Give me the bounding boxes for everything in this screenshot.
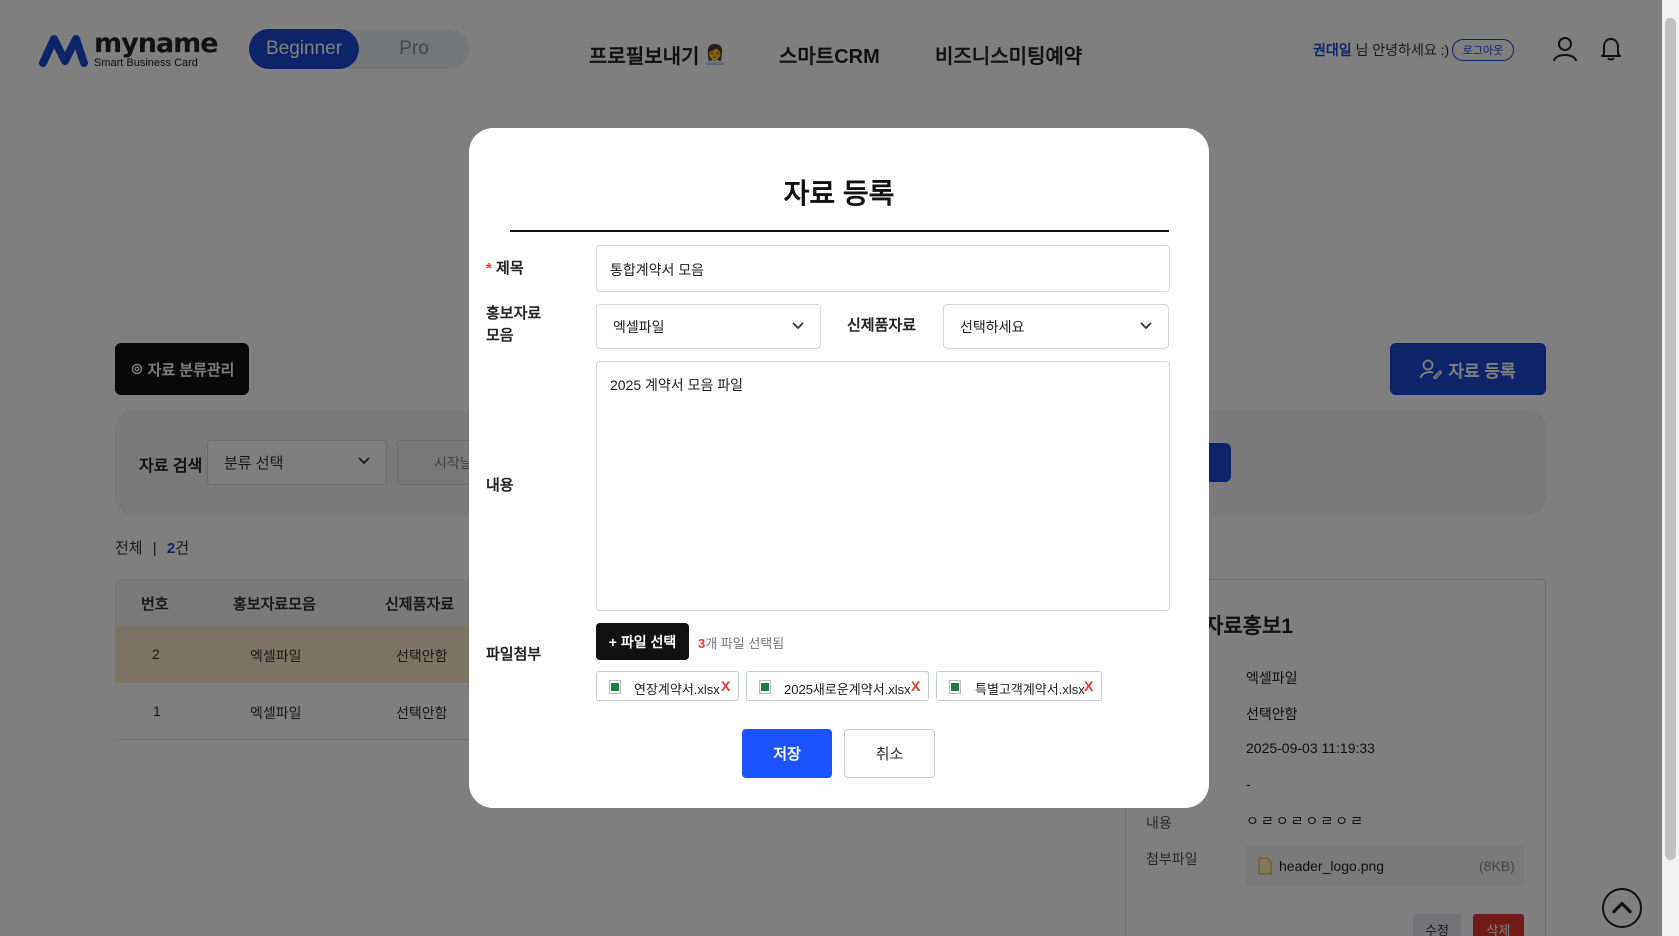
register-material-modal: 자료 등록 * 제목 통합계약서 모음 홍보자료 모음 엑셀파일 신제품자료 선… — [469, 128, 1209, 808]
attached-file-name: 2025새로운계약서.xlsx — [784, 682, 911, 697]
remove-file-button[interactable]: X — [721, 678, 730, 694]
file-count-suffix: 개 파일 선택됨 — [705, 636, 785, 651]
file-select-button[interactable]: + 파일 선택 — [596, 623, 689, 660]
remove-file-button[interactable]: X — [1084, 678, 1093, 694]
attached-file-chip: 특별고객계약서.xlsx X — [936, 671, 1102, 701]
excel-file-icon — [949, 680, 961, 694]
collection-field-label-line2: 모음 — [486, 327, 514, 344]
attached-file-name: 특별고객계약서.xlsx — [975, 682, 1085, 697]
attached-file-chip: 연장계약서.xlsx X — [596, 671, 739, 701]
page-scrollbar-thumb[interactable] — [1665, 18, 1676, 860]
attachment-field-label: 파일첨부 — [486, 646, 542, 663]
collection-select[interactable]: 엑셀파일 — [596, 304, 821, 349]
collection-field-label-line1: 홍보자료 — [486, 305, 542, 322]
chevron-down-icon — [792, 322, 804, 330]
attached-file-chip: 2025새로운계약서.xlsx X — [746, 671, 929, 701]
title-field-label-text: 제목 — [496, 260, 524, 277]
excel-file-icon — [609, 680, 621, 694]
content-textarea[interactable]: 2025 계약서 모음 파일 — [596, 361, 1170, 611]
new-product-select[interactable]: 선택하세요 — [943, 304, 1169, 349]
title-input[interactable]: 통합계약서 모음 — [596, 245, 1170, 292]
cancel-button[interactable]: 취소 — [844, 729, 935, 778]
new-product-select-value: 선택하세요 — [960, 319, 1025, 335]
remove-file-button[interactable]: X — [911, 678, 920, 694]
new-product-field-label: 신제품자료 — [847, 317, 917, 334]
excel-file-icon — [759, 680, 771, 694]
attached-file-name: 연장계약서.xlsx — [634, 682, 720, 697]
modal-title-divider — [510, 230, 1169, 232]
collection-select-value: 엑셀파일 — [613, 319, 665, 335]
content-field-label: 내용 — [486, 477, 514, 494]
title-field-label: * 제목 — [486, 258, 524, 280]
chevron-down-icon — [1140, 322, 1152, 330]
collection-field-label: 홍보자료 모음 — [486, 303, 541, 347]
modal-title: 자료 등록 — [783, 178, 895, 209]
save-button[interactable]: 저장 — [742, 729, 832, 778]
required-mark: * — [486, 260, 492, 277]
file-count-text: 3개 파일 선택됨 — [698, 633, 784, 652]
